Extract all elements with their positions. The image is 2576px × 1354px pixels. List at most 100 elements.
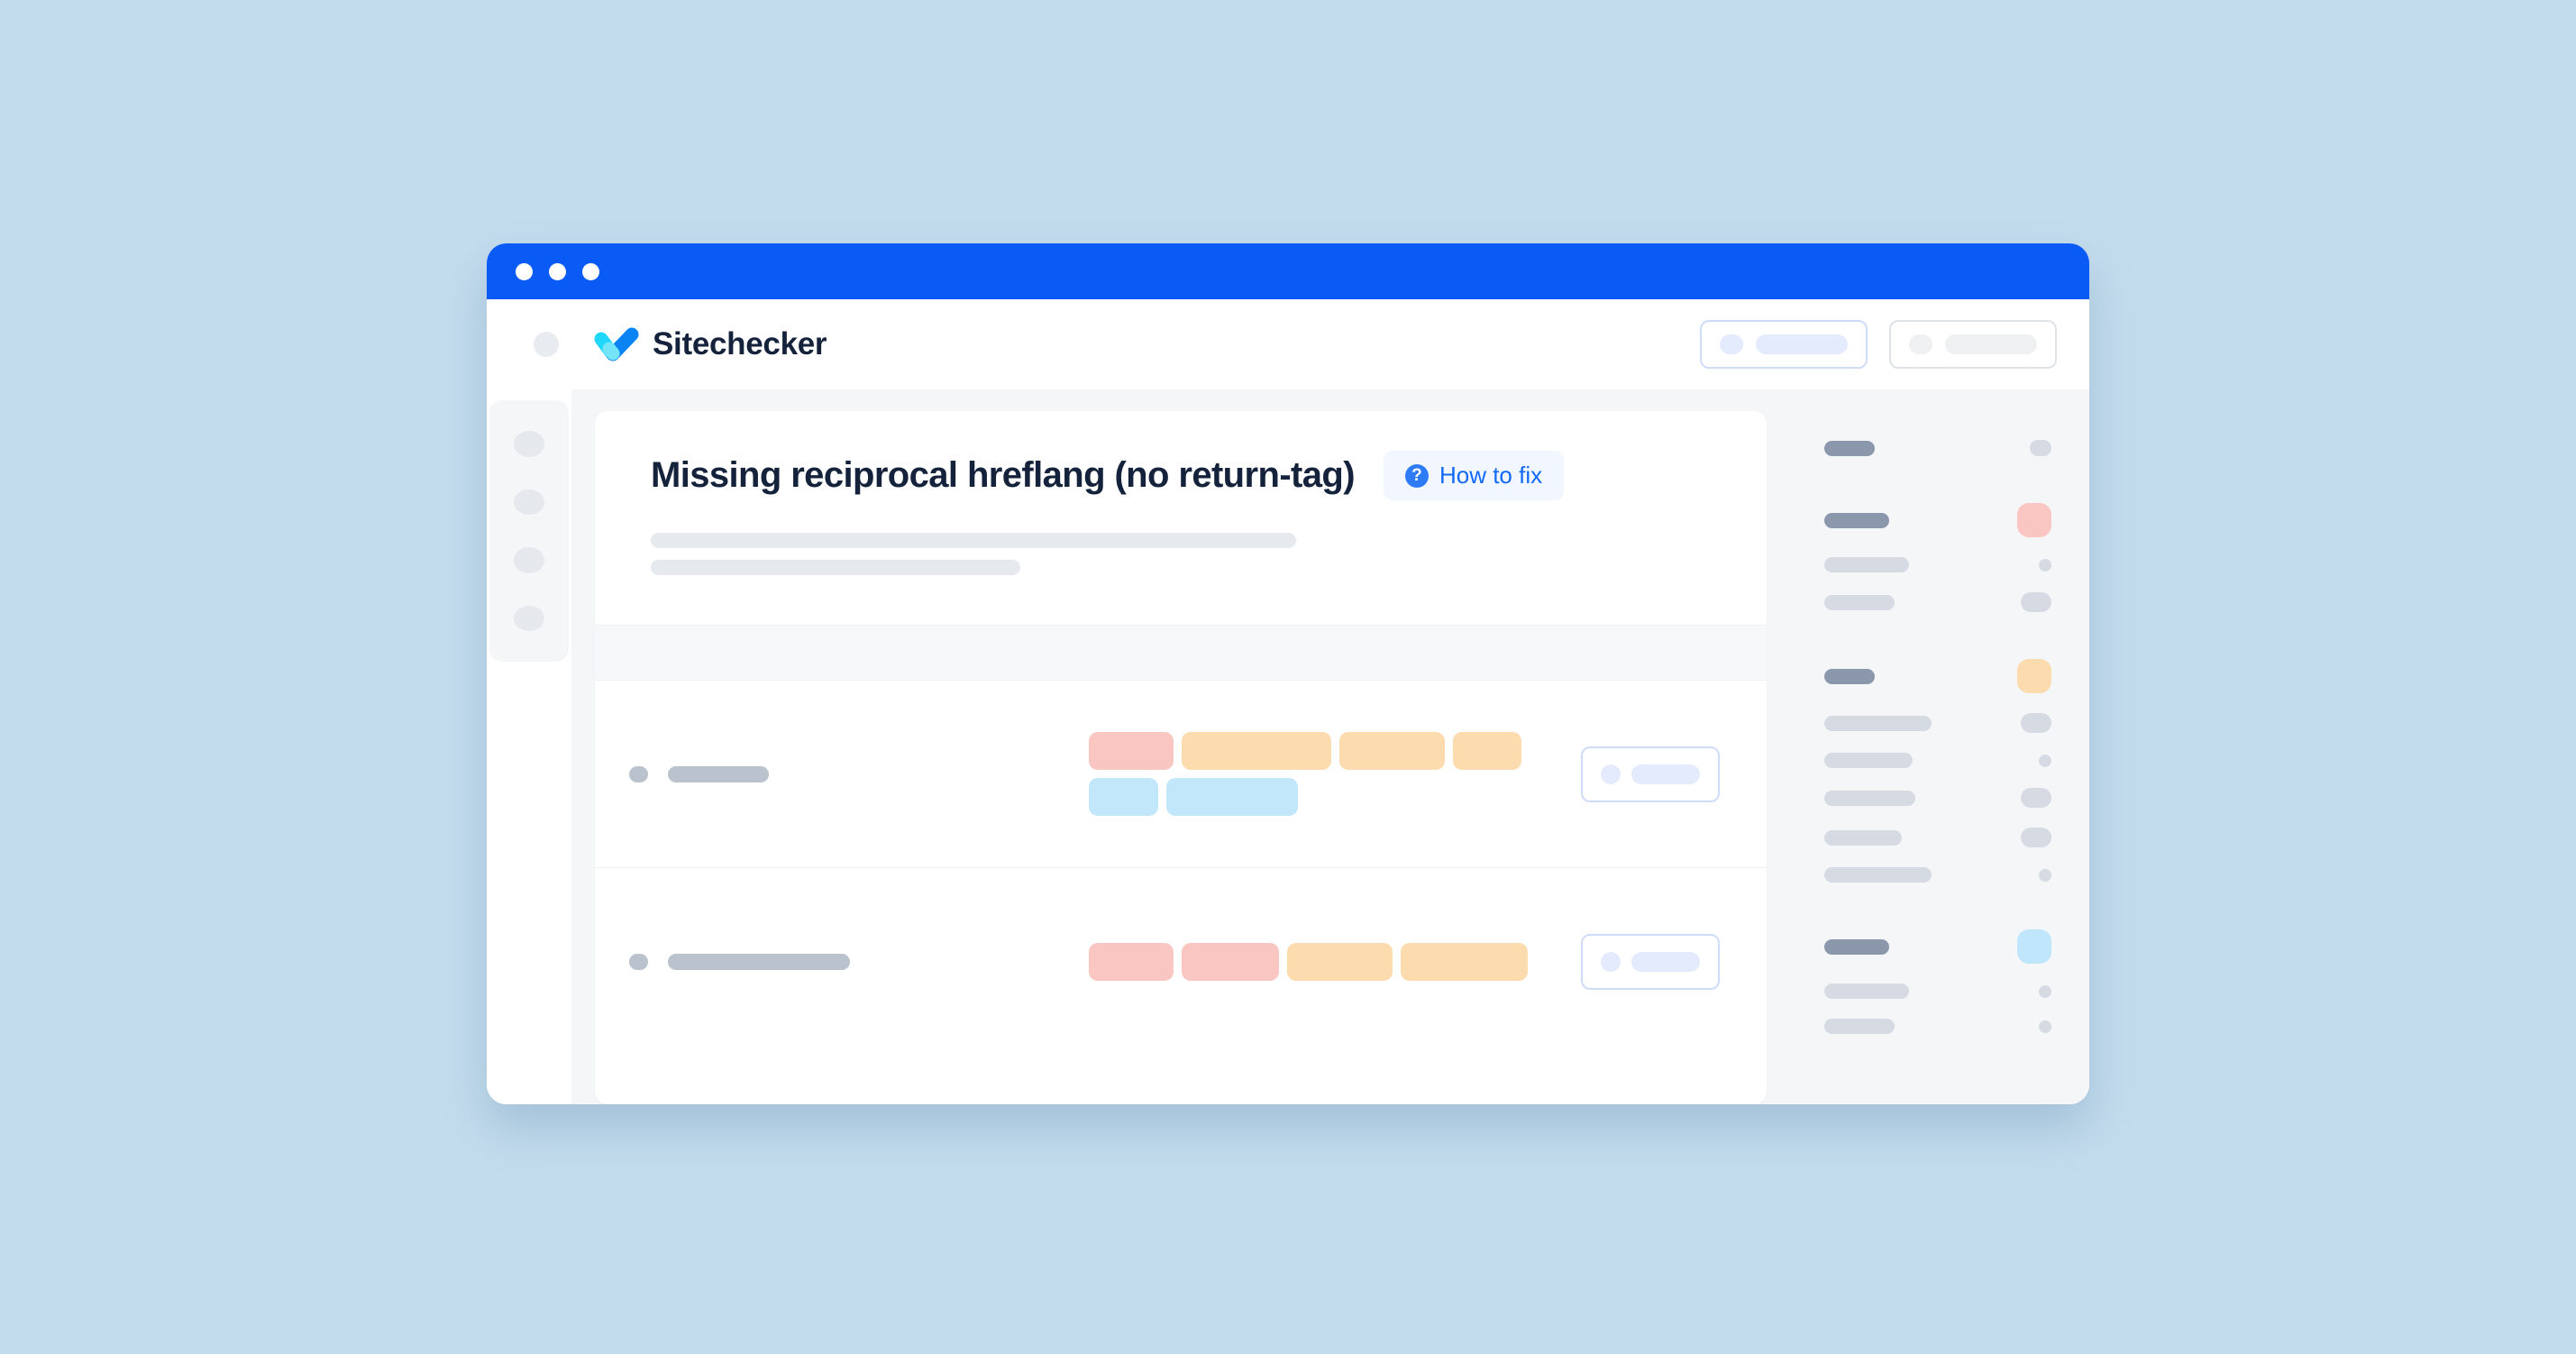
count-badge	[2039, 558, 2051, 572]
app-body: Missing reciprocal hreflang (no return-t…	[487, 389, 2089, 1104]
label-skeleton	[1824, 1019, 1895, 1034]
description-line-1	[651, 533, 1296, 548]
page-title: Missing reciprocal hreflang (no return-t…	[651, 455, 1356, 495]
avatar[interactable]	[534, 332, 559, 357]
tag-orange[interactable]	[1401, 943, 1528, 981]
tag-orange[interactable]	[1287, 943, 1393, 981]
label-skeleton	[1824, 867, 1932, 883]
status-badge-blue	[2017, 929, 2051, 964]
brand-name: Sitechecker	[653, 326, 827, 361]
right-panel-sub-item[interactable]	[1824, 592, 2051, 612]
row-label-cell	[629, 765, 1089, 782]
how-to-fix-button[interactable]: ? How to fix	[1383, 451, 1565, 500]
tag-blue[interactable]	[1089, 778, 1158, 816]
description-skeleton	[651, 533, 1716, 575]
traffic-light-maximize-icon[interactable]	[582, 262, 599, 280]
right-panel-head-item[interactable]	[1824, 659, 2051, 693]
label-skeleton	[1824, 557, 1909, 572]
label-skeleton	[1824, 668, 1875, 684]
label-skeleton	[1824, 983, 1909, 999]
count-badge	[2039, 754, 2051, 767]
tag-pink[interactable]	[1089, 943, 1174, 981]
row-tags	[1089, 943, 1539, 981]
header-action-primary[interactable]	[1700, 320, 1868, 369]
sidebar-item-2-circle-icon[interactable]	[514, 489, 544, 515]
title-row: Missing reciprocal hreflang (no return-t…	[651, 451, 1716, 500]
row-action-button[interactable]	[1581, 746, 1720, 802]
browser-window: Sitechecker Missing reciprocal hreflang …	[487, 243, 2089, 1104]
tag-orange[interactable]	[1453, 732, 1521, 770]
row-action-cell	[1581, 746, 1720, 802]
right-panel-group-3	[1824, 659, 2051, 883]
label-skeleton	[1824, 790, 1915, 806]
table-row[interactable]	[595, 868, 1767, 1056]
skeleton-icon	[1601, 952, 1621, 972]
tag-blue[interactable]	[1166, 778, 1298, 816]
table-column-headers	[595, 625, 1767, 681]
right-panel-head-item[interactable]	[1824, 929, 2051, 964]
label-skeleton	[1824, 829, 1902, 846]
skeleton-icon	[1720, 334, 1743, 354]
sidebar-item-1-circle-icon[interactable]	[514, 431, 544, 457]
label-skeleton	[1824, 938, 1889, 955]
row-tags	[1089, 732, 1539, 816]
right-panel-sub-item[interactable]	[1824, 1019, 2051, 1034]
traffic-light-minimize-icon[interactable]	[549, 262, 566, 280]
skeleton-label	[1756, 334, 1848, 354]
right-panel-sub-item[interactable]	[1824, 713, 2051, 733]
how-to-fix-label: How to fix	[1439, 462, 1543, 489]
skeleton-label	[1945, 334, 2037, 354]
tag-orange[interactable]	[1182, 732, 1331, 770]
tag-orange[interactable]	[1339, 732, 1445, 770]
right-panel-sub-item[interactable]	[1824, 557, 2051, 572]
row-checkbox[interactable]	[629, 765, 648, 782]
right-panel-head-item[interactable]	[1824, 503, 2051, 537]
label-skeleton	[1824, 594, 1895, 610]
skeleton-icon	[1601, 764, 1621, 784]
app-header: Sitechecker	[487, 299, 2089, 389]
description-line-2	[651, 560, 1020, 575]
label-skeleton	[1824, 440, 1875, 456]
status-badge-orange	[2017, 659, 2051, 693]
right-panel-head-item[interactable]	[1824, 440, 2051, 456]
row-label-skeleton	[668, 954, 850, 970]
traffic-light-close-icon[interactable]	[516, 262, 533, 280]
skeleton-icon	[1909, 334, 1932, 354]
count-badge	[2039, 1020, 2051, 1033]
skeleton-label	[1631, 952, 1700, 972]
label-skeleton	[1824, 512, 1889, 528]
question-mark-icon: ?	[1404, 463, 1429, 488]
row-action-cell	[1581, 934, 1720, 990]
main-content: Missing reciprocal hreflang (no return-t…	[571, 389, 1792, 1104]
skeleton-label	[1631, 764, 1700, 784]
table-row[interactable]	[595, 681, 1767, 868]
row-action-button[interactable]	[1581, 934, 1720, 990]
right-panel-sub-item[interactable]	[1824, 983, 2051, 999]
row-label-cell	[629, 954, 1089, 970]
browser-titlebar	[487, 243, 2089, 299]
tag-pink[interactable]	[1182, 943, 1279, 981]
right-panel-sub-item[interactable]	[1824, 788, 2051, 808]
header-action-secondary[interactable]	[1889, 320, 2057, 369]
brand[interactable]: Sitechecker	[593, 325, 827, 364]
row-checkbox[interactable]	[629, 954, 648, 970]
label-skeleton	[1824, 753, 1913, 768]
count-badge	[2021, 592, 2051, 612]
right-panel-group-2	[1824, 503, 2051, 612]
right-panel-sub-item[interactable]	[1824, 828, 2051, 847]
right-panel-group-4	[1824, 929, 2051, 1034]
right-panel-sub-item[interactable]	[1824, 753, 2051, 768]
sidebar-item-3-circle-icon[interactable]	[514, 547, 544, 573]
status-badge-pink	[2017, 503, 2051, 537]
row-label-skeleton	[668, 765, 769, 782]
sitechecker-check-logo-icon	[593, 325, 640, 364]
right-panel-sub-item[interactable]	[1824, 867, 2051, 883]
issue-card-header: Missing reciprocal hreflang (no return-t…	[595, 411, 1767, 625]
sidebar-item-4-circle-icon[interactable]	[514, 605, 544, 631]
count-badge	[2021, 788, 2051, 808]
count-badge	[2039, 984, 2051, 998]
tag-pink[interactable]	[1089, 732, 1174, 770]
